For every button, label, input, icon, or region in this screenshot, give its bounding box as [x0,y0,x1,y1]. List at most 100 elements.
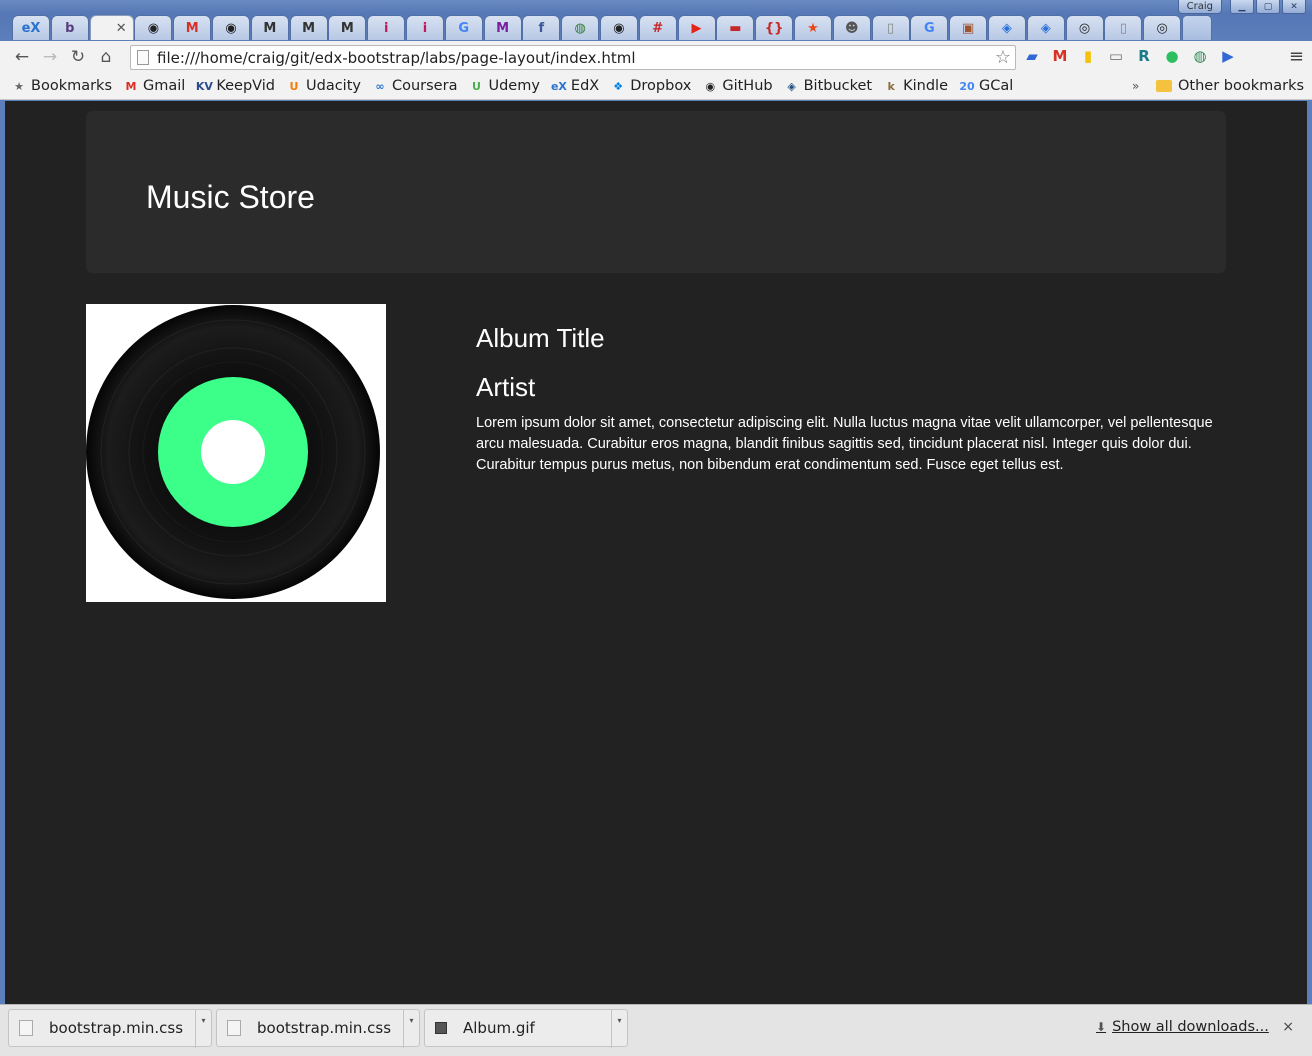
download-menu-icon[interactable]: ▾ [611,1010,627,1048]
address-bar[interactable]: file:///home/craig/git/edx-bootstrap/lab… [130,45,1016,70]
menu-icon[interactable]: ≡ [1289,46,1304,67]
other-bookmarks[interactable]: Other bookmarks [1156,78,1304,94]
maximize-icon[interactable]: ▢ [1256,0,1280,14]
bookmark-udacity[interactable]: U Udacity [287,78,361,94]
bootstrap-icon: b [65,20,75,36]
tab[interactable]: M [289,15,328,40]
medium-icon: M [302,20,316,36]
profile-button[interactable]: Craig [1177,0,1222,14]
minimize-icon[interactable]: ▁ [1230,0,1254,14]
tab[interactable]: f [522,15,561,40]
evernote-icon[interactable]: ● [1162,46,1182,66]
udacity-icon: U [289,79,299,93]
bookmark-label: EdX [570,78,600,94]
bookmark-keepvid[interactable]: KV KeepVid [195,78,275,94]
udemy-icon: U [472,79,481,93]
gmail-icon: M [125,79,137,93]
close-icon[interactable]: ✕ [116,21,127,36]
tab[interactable]: b [50,15,89,40]
gmail-icon[interactable]: M [1050,46,1070,66]
tab[interactable]: ◍ [561,15,600,40]
tab[interactable]: ▬ [716,15,755,40]
cast-icon[interactable]: ▭ [1106,46,1126,66]
bookmark-label: Dropbox [630,78,692,94]
new-tab-button[interactable] [1181,15,1212,40]
tab[interactable]: M [250,15,289,40]
keep-icon[interactable]: ▮ [1078,46,1098,66]
browser-window: Craig ▁ ▢ ✕ eX b ✕ ◉ M ◉ M M Mi i G Mf ◍ ◉ # ▶ ▬ {} ★ ☻ ▯ G ▣ ◈… [0,0,1312,1056]
bookmark-label: Udacity [306,78,361,94]
window-close-icon[interactable]: ✕ [1282,0,1306,14]
bookmark-label: Kindle [903,78,948,94]
r-icon[interactable]: R [1134,46,1154,66]
tab[interactable]: {} [755,15,794,40]
download-menu-icon[interactable]: ▾ [195,1010,211,1048]
bookmark-kindle[interactable]: k Kindle [884,78,948,94]
bookmark-bitbucket[interactable]: ◈ Bitbucket [785,78,873,94]
tab-active[interactable]: ✕ [89,15,134,40]
tab[interactable]: M [483,15,522,40]
tab[interactable]: ◎ [1143,15,1182,40]
bookmark-bookmarks[interactable]: ★ Bookmarks [12,78,112,94]
tab-strip: eX b ✕ ◉ M ◉ M M Mi i G Mf ◍ ◉ # ▶ ▬ {} ★ ☻ ▯ G ▣ ◈ ◈ ◎ ▯ ◎ [12,15,1213,41]
album-info: Album Title Artist Lorem ipsum dolor sit… [476,323,1236,476]
tab[interactable]: ▯ [1104,15,1143,40]
keepvid-icon: KV [195,79,213,93]
tab[interactable]: M [328,15,367,40]
tab[interactable]: ◈ [1026,15,1065,40]
tab[interactable]: ◉ [599,15,638,40]
medium-icon: M [263,20,277,36]
tab[interactable]: # [638,15,677,40]
tab[interactable]: ▣ [949,15,988,40]
tab[interactable]: ◈ [987,15,1026,40]
tab[interactable]: ★ [793,15,832,40]
download-menu-icon[interactable]: ▾ [403,1010,419,1048]
home-icon[interactable]: ⌂ [92,47,120,67]
close-downloads-icon[interactable]: × [1282,1019,1294,1035]
download-filename: bootstrap.min.css [257,1019,392,1037]
m-icon: M [496,20,510,36]
facebook-icon: f [538,20,545,36]
downloads-bar: ⬇ Show all downloads... × bootstrap.min.… [0,1004,1312,1056]
download-filename: bootstrap.min.css [49,1019,184,1037]
bookmark-label: Bitbucket [803,78,873,94]
bookmark-edx[interactable]: eX EdX [550,78,600,94]
shield-icon: ◈ [1001,20,1012,36]
tab[interactable]: G [444,15,483,40]
gcal-icon: 20 [959,79,975,93]
tab[interactable]: ☻ [832,15,871,40]
tab[interactable]: ▶ [677,15,716,40]
bookmark-udemy[interactable]: U Udemy [469,78,540,94]
edx-icon: eX [550,79,567,93]
bookmark-dropbox[interactable]: ❖ Dropbox [611,78,691,94]
tab[interactable]: G [910,15,949,40]
bookmark-github[interactable]: ◉ GitHub [703,78,773,94]
bookmark-star-icon[interactable]: ☆ [995,47,1011,68]
back-icon[interactable]: ← [8,47,36,67]
globe-icon[interactable]: ◍ [1190,46,1210,66]
tab[interactable]: M [173,15,212,40]
show-all-downloads-link[interactable]: ⬇ Show all downloads... [1096,1019,1269,1035]
tab[interactable]: i [405,15,444,40]
reload-icon[interactable]: ↻ [64,47,92,67]
circle-icon: ◎ [1156,20,1168,36]
tab[interactable]: ▯ [871,15,910,40]
kindle-icon: k [887,79,895,93]
tab[interactable]: ◉ [211,15,250,40]
tab[interactable]: i [367,15,406,40]
bookmark-gmail[interactable]: M Gmail [124,78,186,94]
tab[interactable]: ◉ [134,15,173,40]
forward-icon[interactable]: → [36,47,64,67]
tab[interactable]: ◎ [1065,15,1104,40]
download-item[interactable]: bootstrap.min.css ▾ [8,1009,212,1048]
tab[interactable]: eX [12,15,50,40]
dropbox-icon: ❖ [613,79,624,93]
download-item[interactable]: bootstrap.min.css ▾ [216,1009,420,1048]
bookmarks-overflow-icon[interactable]: » [1132,79,1139,93]
play-icon[interactable]: ▶ [1218,46,1238,66]
bookmark-coursera[interactable]: ∞ Coursera [373,78,457,94]
download-item[interactable]: Album.gif ▾ [424,1009,628,1048]
bookmark-gcal[interactable]: 20 GCal [959,78,1013,94]
cast-tab-icon[interactable]: ▰ [1022,46,1042,66]
edx-icon: eX [21,20,41,36]
